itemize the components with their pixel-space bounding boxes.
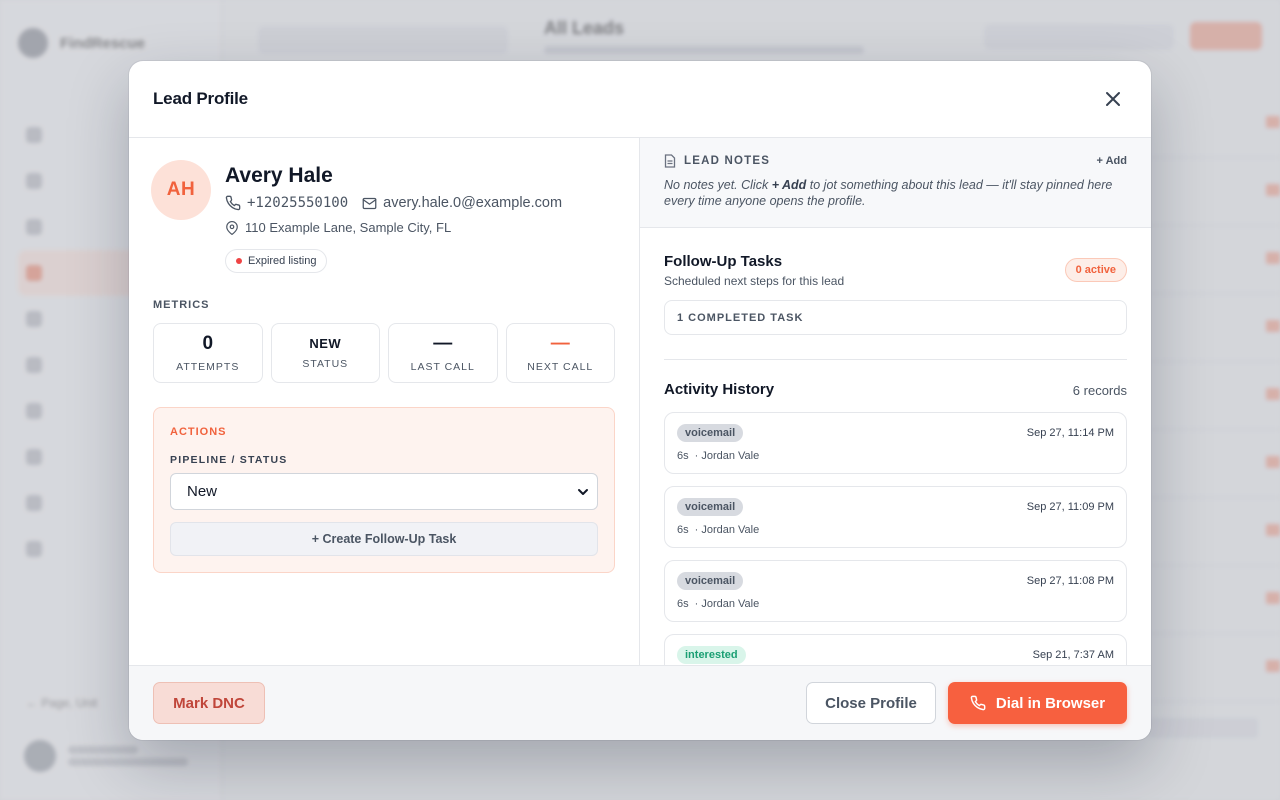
metric-value: — <box>550 332 570 354</box>
record-agent: · Jordan Vale <box>694 524 760 536</box>
record-duration: 6s <box>677 450 689 462</box>
notes-title-text: LEAD NOTES <box>684 155 771 167</box>
completed-tasks-toggle[interactable]: 1 COMPLETED TASK <box>664 300 1127 335</box>
pipeline-status-select[interactable]: New <box>170 473 598 510</box>
record-duration: 6s <box>677 524 689 536</box>
record-meta: 6s · Jordan Vale <box>677 524 759 536</box>
metric-attempts: 0 ATTEMPTS <box>153 323 263 383</box>
lead-tag-label: Expired listing <box>248 255 317 267</box>
email-contact[interactable]: avery.hale.0@example.com <box>362 195 562 211</box>
activity-record-count: 6 records <box>1072 383 1127 398</box>
record-time: Sep 27, 11:14 PM <box>1026 427 1114 439</box>
metric-label: ATTEMPTS <box>176 360 240 373</box>
dial-in-browser-button[interactable]: Dial in Browser <box>948 682 1127 724</box>
metric-status: NEW STATUS <box>270 323 380 383</box>
actions-panel: ACTIONS PIPELINE / STATUS New + Create F… <box>153 407 615 573</box>
metric-value: 0 <box>202 332 214 354</box>
lead-address: 110 Example Lane, Sample City, FL <box>245 220 452 235</box>
outcome-pill: voicemail <box>677 424 744 442</box>
phone-contact[interactable]: +12025550100 <box>225 195 348 211</box>
follow-up-title: Follow-Up Tasks <box>664 253 783 270</box>
record-meta: 6s · Jordan Vale <box>677 598 759 610</box>
selected-status: New <box>187 483 218 500</box>
notes-empty-before: No notes yet. Click <box>664 178 772 192</box>
lead-tag: Expired listing <box>225 249 328 273</box>
document-icon <box>664 154 676 168</box>
metric-next-call: — NEXT CALL <box>505 323 615 383</box>
metric-label: STATUS <box>302 357 349 370</box>
dial-label: Dial in Browser <box>995 694 1106 712</box>
activity-record: voicemail Sep 27, 11:09 PM 6s · Jordan Va… <box>664 486 1127 548</box>
modal-footer: Mark DNC Close Profile Dial in Browser <box>129 665 1151 740</box>
close-modal-button[interactable] <box>1099 85 1127 113</box>
active-tasks-badge: 0 active <box>1064 258 1127 282</box>
notes-empty-text: No notes yet. Click + Add to jot somethi… <box>664 177 1127 209</box>
metric-last-call: — LAST CALL <box>388 323 498 383</box>
follow-up-subtitle: Scheduled next steps for this lead <box>664 274 845 288</box>
mail-icon <box>362 197 377 209</box>
lead-phone: +12025550100 <box>247 195 349 211</box>
section-divider <box>664 359 1127 360</box>
activity-record: interested Sep 21, 7:37 AM <box>664 634 1127 665</box>
metric-label: LAST CALL <box>410 360 475 373</box>
contact-row: +12025550100 avery.hale.0@example.com <box>225 195 562 211</box>
close-icon <box>1106 92 1120 106</box>
activity-record: voicemail Sep 27, 11:08 PM 6s · Jordan Va… <box>664 560 1127 622</box>
metric-label: NEXT CALL <box>527 360 594 373</box>
metrics-label: METRICS <box>153 299 210 311</box>
modal-title: Lead Profile <box>153 89 248 108</box>
location-pin-icon <box>226 220 238 235</box>
activity-panel: LEAD NOTES + Add No notes yet. Click + A… <box>640 138 1151 665</box>
outcome-pill: voicemail <box>677 498 744 516</box>
mark-dnc-button[interactable]: Mark DNC <box>153 682 265 724</box>
activity-records: voicemail Sep 27, 11:14 PM 6s · Jordan Va… <box>664 412 1127 665</box>
record-agent: · Jordan Vale <box>694 450 760 462</box>
record-agent: · Jordan Vale <box>694 598 760 610</box>
modal-header: Lead Profile <box>129 61 1151 138</box>
lead-avatar: AH <box>151 160 211 220</box>
lead-notes-section: LEAD NOTES + Add No notes yet. Click + A… <box>640 138 1151 228</box>
lead-email: avery.hale.0@example.com <box>383 195 563 211</box>
record-time: Sep 27, 11:08 PM <box>1026 575 1114 587</box>
lead-name: Avery Hale <box>225 164 333 187</box>
record-meta: 6s · Jordan Vale <box>677 450 759 462</box>
metric-value: — <box>433 332 453 354</box>
notes-header: LEAD NOTES + Add <box>664 154 1127 168</box>
lead-profile-modal: Lead Profile AH Avery Hale +12025550100 … <box>129 61 1151 740</box>
record-time: Sep 27, 11:09 PM <box>1026 501 1114 513</box>
metric-value: NEW <box>309 335 342 351</box>
create-follow-up-task-button[interactable]: + Create Follow-Up Task <box>170 522 598 556</box>
close-profile-button[interactable]: Close Profile <box>806 682 936 724</box>
actions-label: ACTIONS <box>170 426 227 438</box>
record-duration: 6s <box>677 598 689 610</box>
phone-icon <box>970 695 986 711</box>
outcome-pill: voicemail <box>677 572 744 590</box>
modal-body: AH Avery Hale +12025550100 avery.hale.0@… <box>129 138 1151 665</box>
metrics-row: 0 ATTEMPTS NEW STATUS — LAST CALL — NEXT… <box>153 323 615 383</box>
chevron-down-icon <box>578 488 588 495</box>
activity-history-title: Activity History <box>664 381 775 398</box>
lead-details-panel: AH Avery Hale +12025550100 avery.hale.0@… <box>129 138 640 665</box>
activity-record: voicemail Sep 27, 11:14 PM 6s · Jordan Va… <box>664 412 1127 474</box>
record-time: Sep 21, 7:37 AM <box>1032 649 1114 661</box>
phone-icon <box>225 195 241 211</box>
address-row: 110 Example Lane, Sample City, FL <box>225 220 451 235</box>
notes-title: LEAD NOTES <box>664 154 770 168</box>
outcome-pill: interested <box>677 646 746 664</box>
pipeline-status-label: PIPELINE / STATUS <box>170 454 288 466</box>
tag-dot-icon <box>236 258 242 264</box>
notes-empty-bold: + Add <box>771 178 807 192</box>
add-note-button[interactable]: + Add <box>1097 155 1127 167</box>
